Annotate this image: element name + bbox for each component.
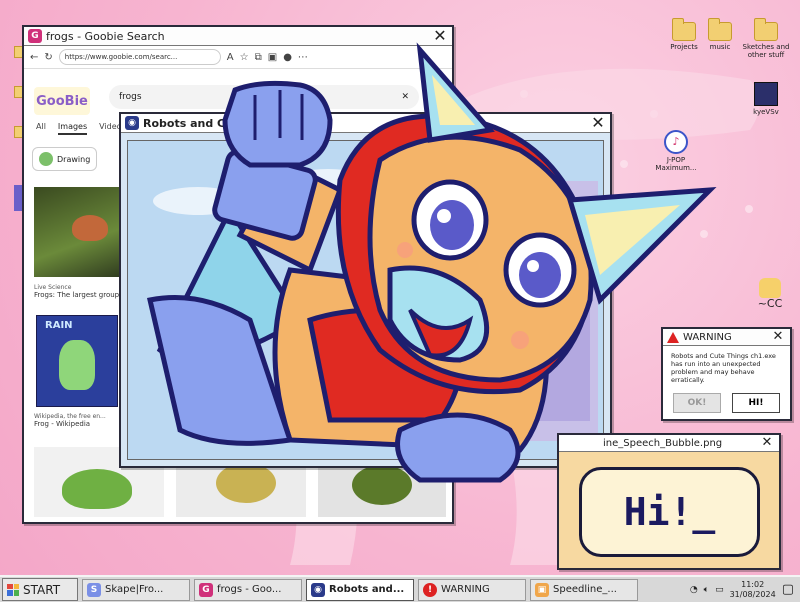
- start-logo-icon: [7, 583, 19, 596]
- taskbar-item-label: frogs - Goo...: [217, 584, 282, 595]
- result-source: Live Science: [34, 284, 72, 291]
- taskbar-item-robots[interactable]: ◉ Robots and...: [306, 578, 414, 601]
- notifications-icon[interactable]: ▢: [782, 582, 794, 597]
- clock-time: 11:02: [741, 579, 765, 589]
- desktop-icon-label: Sketches and other stuff: [742, 43, 790, 59]
- frog-shape: [62, 469, 132, 509]
- skape-icon: S: [87, 582, 101, 597]
- result-image-frog-drawing[interactable]: RAIN: [36, 315, 118, 407]
- window-title: ine_Speech_Bubble.png: [603, 437, 723, 449]
- taskbar-item-skape[interactable]: S Skape|Fro...: [82, 578, 190, 601]
- goobie-icon: G: [199, 582, 213, 597]
- close-button[interactable]: ✕: [759, 435, 775, 451]
- result-2-caption[interactable]: Wikipedia, the free en... Frog - Wikiped…: [34, 413, 106, 428]
- reload-icon[interactable]: ↻: [44, 52, 52, 63]
- taskbar-item-warning[interactable]: ! WARNING: [418, 578, 526, 601]
- paw-print-decor: [745, 205, 753, 213]
- result-source: Wikipedia, the free en...: [34, 413, 106, 420]
- clock-date: 31/08/2024: [729, 589, 776, 599]
- speech-bubble: Hi!_: [579, 467, 760, 557]
- taskbar-item-browser[interactable]: G frogs - Goo...: [194, 578, 302, 601]
- back-icon[interactable]: ←: [30, 52, 38, 63]
- window-title: WARNING: [683, 331, 732, 343]
- result-image-frog-photo[interactable]: [34, 187, 122, 277]
- hi-button[interactable]: HI!: [732, 393, 780, 413]
- filter-chip-drawing[interactable]: Drawing: [32, 147, 98, 171]
- clock[interactable]: 11:02 31/08/2024: [730, 580, 776, 600]
- close-button[interactable]: ✕: [770, 329, 786, 345]
- chip-label: Drawing: [57, 154, 91, 164]
- warning-icon: !: [423, 582, 437, 597]
- tab-all[interactable]: All: [36, 122, 46, 135]
- speech-bubble-window: ine_Speech_Bubble.png ✕ Hi!_: [557, 433, 781, 570]
- cat-face-icon: [759, 278, 781, 298]
- frog-thumb-icon: [39, 152, 53, 166]
- taskbar-item-label: WARNING: [441, 584, 490, 595]
- folder-icon: [754, 18, 778, 41]
- desktop: Projects music Sketches and other stuff …: [0, 0, 800, 575]
- taskbar-item-speedline[interactable]: ▣ Speedline_...: [530, 578, 638, 601]
- desktop-icon-label: ~CC: [757, 297, 783, 310]
- result-1-caption[interactable]: Live Science Frogs: The largest group...: [34, 284, 126, 299]
- warning-titlebar[interactable]: WARNING ✕: [663, 329, 790, 346]
- system-tray: ◔ 🔈︎ ▭ 11:02 31/08/2024 ▢: [690, 580, 800, 600]
- desktop-icon-sketches[interactable]: Sketches and other stuff: [738, 18, 794, 59]
- warning-dialog: WARNING ✕ Robots and Cute Things ch1.exe…: [661, 327, 792, 421]
- goobie-logo[interactable]: GooBie: [34, 87, 90, 115]
- cat-robot-character: [146, 42, 717, 483]
- taskbar-item-label: Skape|Fro...: [105, 584, 164, 595]
- speech-titlebar[interactable]: ine_Speech_Bubble.png ✕: [559, 435, 779, 452]
- frog-shape: [59, 340, 95, 390]
- image-icon: ▣: [535, 582, 549, 597]
- search-tabs: All Images Videos: [36, 122, 126, 135]
- bubble-text: Hi!_: [623, 490, 716, 534]
- warning-message: Robots and Cute Things ch1.exe has run i…: [671, 352, 776, 384]
- taskbar: START S Skape|Fro... G frogs - Goo... ◉ …: [0, 575, 800, 602]
- tab-images[interactable]: Images: [57, 122, 88, 135]
- network-icon[interactable]: ◔: [690, 585, 698, 595]
- desktop-icon-label: kyeVSv: [753, 108, 779, 116]
- desktop-icon-cc[interactable]: ~CC: [742, 278, 798, 309]
- volume-icon[interactable]: 🔈︎: [704, 585, 709, 595]
- drawing-text: RAIN: [45, 320, 73, 331]
- robot-icon: ◉: [125, 116, 139, 130]
- desktop-icon-kyevsv[interactable]: kyeVSv: [738, 82, 794, 116]
- start-label: START: [23, 582, 61, 597]
- taskbar-item-label: Speedline_...: [553, 584, 617, 595]
- taskbar-item-label: Robots and...: [329, 584, 405, 595]
- battery-icon[interactable]: ▭: [715, 585, 724, 595]
- frog-shape: [72, 215, 108, 241]
- robot-icon: ◉: [311, 582, 325, 597]
- result-title: Frogs: The largest group...: [34, 291, 126, 299]
- ok-button[interactable]: OK!: [673, 393, 721, 413]
- goobie-icon: G: [28, 29, 42, 43]
- result-title: Frog - Wikipedia: [34, 420, 91, 428]
- warning-icon: [667, 331, 679, 343]
- image-file-icon: [754, 82, 778, 106]
- start-button[interactable]: START: [2, 578, 78, 601]
